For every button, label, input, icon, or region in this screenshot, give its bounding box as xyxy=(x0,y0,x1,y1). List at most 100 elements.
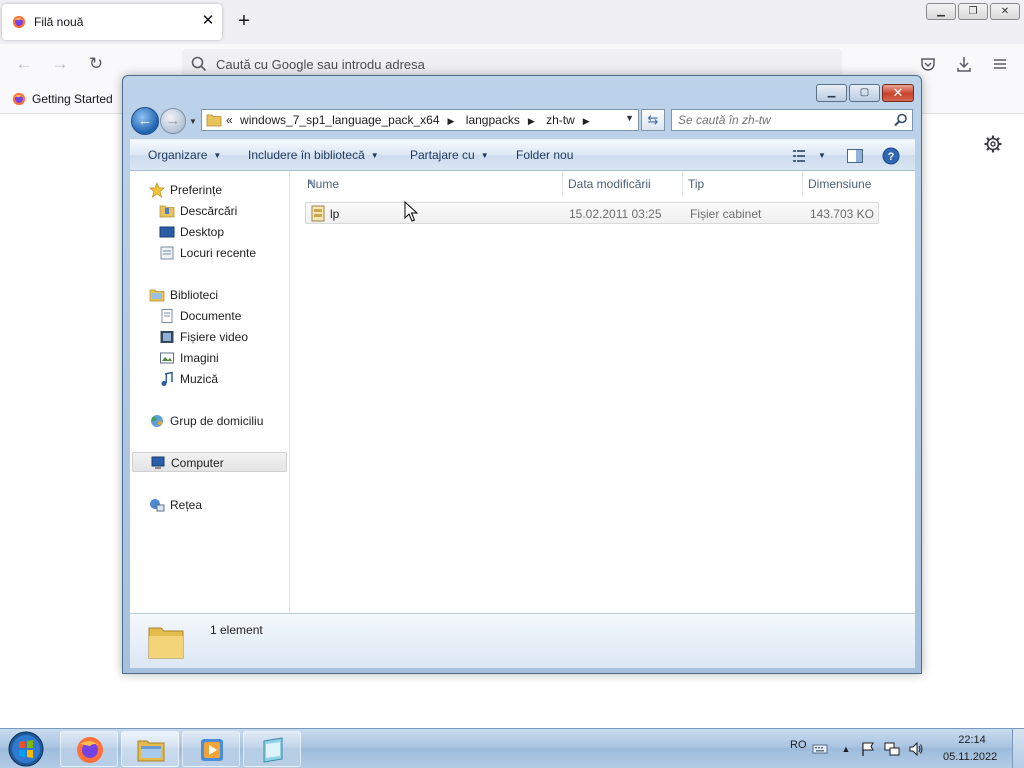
taskbar-app[interactable] xyxy=(243,731,301,767)
pocket-icon[interactable] xyxy=(918,54,938,74)
nav-label: Grup de domiciliu xyxy=(170,414,264,428)
browser-tab-bar: Filă nouă ✕ + ▁ ❐ ✕ xyxy=(0,0,1024,44)
reload-button[interactable]: ↻ xyxy=(84,52,108,76)
close-button[interactable]: ✕ xyxy=(882,84,914,102)
close-icon: ✕ xyxy=(892,85,904,100)
pictures-icon xyxy=(160,352,174,364)
maximize-icon: ▢ xyxy=(859,87,870,98)
hamburger-menu-icon[interactable] xyxy=(990,54,1010,74)
forward-button[interactable]: → xyxy=(160,108,186,134)
tab-new-tab[interactable]: Filă nouă ✕ xyxy=(2,4,222,40)
new-folder-label: Folder nou xyxy=(516,148,574,162)
nav-label: Documente xyxy=(180,309,242,323)
start-button[interactable] xyxy=(6,730,46,768)
nav-recent-places[interactable]: Locuri recente xyxy=(159,243,279,263)
include-library-menu[interactable]: Includere în bibliotecă ▼ xyxy=(248,148,379,162)
close-icon: ✕ xyxy=(1000,6,1010,17)
file-type: Fișier cabinet xyxy=(690,207,762,221)
nav-homegroup[interactable]: Grup de domiciliu xyxy=(149,411,284,431)
new-folder-button[interactable]: Folder nou xyxy=(516,148,573,162)
new-tab-button[interactable]: + xyxy=(234,10,254,32)
clock-date[interactable]: 05.11.2022 xyxy=(943,751,997,763)
taskbar-media-player[interactable] xyxy=(182,731,240,767)
minimize-icon: ▁ xyxy=(937,6,945,17)
chevron-right-icon[interactable]: ▶ xyxy=(583,116,590,126)
address-bar[interactable]: « windows_7_sp1_language_pack_x64 ▶ langp… xyxy=(201,109,639,131)
desktop-icon xyxy=(159,226,175,238)
breadcrumb-item[interactable]: windows_7_sp1_language_pack_x64 xyxy=(240,113,440,127)
search-input[interactable] xyxy=(678,112,888,128)
back-button[interactable]: ← xyxy=(131,107,159,135)
browser-minimize-button[interactable]: ▁ xyxy=(926,3,956,20)
language-indicator[interactable]: RO xyxy=(790,739,807,751)
keyboard-icon[interactable] xyxy=(812,741,828,757)
firefox-icon xyxy=(12,92,26,106)
clock-time[interactable]: 22:14 xyxy=(957,734,987,746)
firefox-icon xyxy=(77,737,103,763)
nav-videos[interactable]: Fișiere video xyxy=(159,327,279,347)
network-tray-icon[interactable] xyxy=(884,741,900,757)
command-bar: Organizare ▼ Includere în bibliotecă ▼ Par… xyxy=(130,139,915,171)
minimize-button[interactable]: ▁ xyxy=(816,84,847,102)
breadcrumb-overflow[interactable]: « xyxy=(226,113,233,127)
file-row[interactable]: lp 15.02.2011 03:25 Fișier cabinet 143.7… xyxy=(305,202,879,224)
history-dropdown-icon[interactable]: ▼ xyxy=(189,117,199,127)
search-icon[interactable] xyxy=(893,112,909,128)
show-hidden-icons-icon[interactable]: ▲ xyxy=(838,741,854,757)
preview-pane-icon[interactable] xyxy=(846,147,864,165)
restore-icon: ❐ xyxy=(968,6,978,17)
column-header-name[interactable]: Nume ▲ xyxy=(302,171,563,197)
show-desktop-button[interactable] xyxy=(1012,729,1024,768)
nav-label: Muzică xyxy=(180,372,219,386)
nav-label: Locuri recente xyxy=(180,246,257,260)
volume-icon[interactable] xyxy=(908,741,924,757)
nav-desktop[interactable]: Desktop xyxy=(159,222,279,242)
nav-computer[interactable]: Computer xyxy=(132,452,287,472)
breadcrumb-item[interactable]: zh-tw xyxy=(546,113,575,127)
folder-icon xyxy=(148,627,184,659)
browser-restore-button[interactable]: ❐ xyxy=(958,3,988,20)
help-icon[interactable]: ? xyxy=(882,147,900,165)
column-header-date[interactable]: Data modificării xyxy=(563,171,683,197)
refresh-button[interactable]: ⇆ xyxy=(641,109,665,131)
breadcrumb-item[interactable]: langpacks xyxy=(466,113,520,127)
nav-documents[interactable]: Documente xyxy=(159,306,279,326)
close-tab-icon[interactable]: ✕ xyxy=(200,13,216,29)
nav-pictures[interactable]: Imagini xyxy=(159,348,279,368)
browser-close-button[interactable]: ✕ xyxy=(990,3,1020,20)
nav-favorites[interactable]: Preferințe xyxy=(149,180,279,200)
column-label: Dimensiune xyxy=(808,177,872,191)
taskbar: RO ▲ 22:14 05.11.2022 xyxy=(0,728,1024,768)
organize-menu[interactable]: Organizare ▼ xyxy=(148,148,221,162)
details-pane: 1 element xyxy=(130,613,915,668)
chevron-right-icon[interactable]: ▶ xyxy=(448,116,455,126)
nav-downloads[interactable]: Descărcări xyxy=(159,201,279,221)
navigation-pane: Preferințe Descărcări Desktop Locuri rec… xyxy=(130,171,290,613)
address-dropdown-icon[interactable]: ▼ xyxy=(625,113,634,123)
forward-button[interactable]: → xyxy=(48,52,72,76)
gear-icon[interactable] xyxy=(983,134,1003,154)
view-dropdown-icon[interactable]: ▼ xyxy=(818,151,826,160)
media-player-icon xyxy=(201,739,223,761)
action-center-flag-icon[interactable] xyxy=(860,741,876,757)
taskbar-explorer[interactable] xyxy=(121,731,179,767)
column-header-type[interactable]: Tip xyxy=(683,171,803,197)
column-header-size[interactable]: Dimensiune xyxy=(803,171,883,197)
chevron-right-icon[interactable]: ▶ xyxy=(528,116,535,126)
music-icon xyxy=(161,371,173,386)
search-field[interactable] xyxy=(671,109,913,131)
nav-music[interactable]: Muzică xyxy=(159,369,279,389)
nav-network[interactable]: Rețea xyxy=(149,495,279,515)
share-with-menu[interactable]: Partajare cu ▼ xyxy=(410,148,489,162)
homegroup-icon xyxy=(151,415,163,427)
taskbar-firefox[interactable] xyxy=(60,731,118,767)
search-icon xyxy=(191,56,207,72)
nav-libraries[interactable]: Biblioteci xyxy=(149,285,279,305)
nav-label: Desktop xyxy=(180,225,225,239)
download-icon[interactable] xyxy=(954,54,974,74)
arrow-right-icon: → xyxy=(165,112,181,129)
back-button[interactable]: ← xyxy=(12,52,36,76)
view-options-icon[interactable] xyxy=(792,147,810,165)
recent-places-icon xyxy=(160,246,174,260)
maximize-button[interactable]: ▢ xyxy=(849,84,880,102)
